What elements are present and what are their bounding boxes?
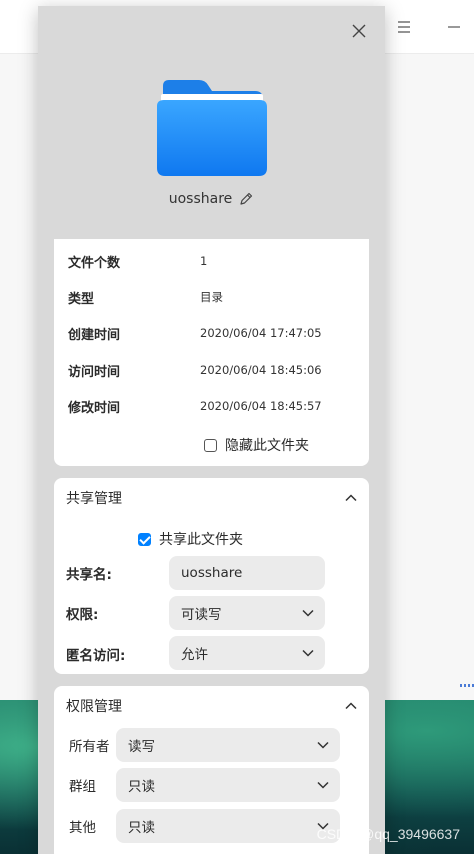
folder-name-row: uosshare [38, 188, 385, 210]
chevron-down-icon [302, 609, 314, 617]
info-value: 2020/06/04 17:47:05 [200, 326, 322, 340]
anonymous-value: 允许 [181, 647, 208, 663]
group-label: 群组 [69, 779, 96, 795]
info-label: 文件个数 [68, 255, 121, 271]
close-icon [352, 24, 366, 38]
share-folder-label: 共享此文件夹 [159, 532, 243, 548]
minimize-icon[interactable] [444, 18, 464, 38]
anonymous-row: 匿名访问: [66, 644, 125, 664]
checkbox-box[interactable] [138, 532, 151, 546]
hide-folder-checkbox[interactable]: 隐藏此文件夹 [204, 435, 309, 455]
checkbox-box[interactable] [204, 438, 217, 452]
info-row-modified: 修改时间 2020/06/04 18:45:57 [68, 396, 358, 416]
anonymous-label: 匿名访问: [66, 648, 126, 664]
chevron-up-icon[interactable] [344, 491, 358, 505]
scroll-indicator [460, 684, 474, 687]
section-title: 共享管理 [66, 491, 122, 507]
owner-permission-select[interactable]: 读写 [116, 728, 340, 762]
permission-value: 可读写 [181, 607, 222, 623]
info-row-file-count: 文件个数 1 [68, 251, 358, 271]
info-row-type: 类型 目录 [68, 287, 358, 307]
group-row: 群组 [69, 775, 96, 795]
info-value: 1 [200, 254, 208, 268]
info-label: 修改时间 [68, 400, 121, 416]
owner-row: 所有者 [69, 735, 110, 755]
chevron-down-icon [317, 741, 329, 749]
group-permission-select[interactable]: 只读 [116, 768, 340, 802]
share-name-label: 共享名: [66, 567, 112, 583]
share-folder-checkbox[interactable]: 共享此文件夹 [138, 529, 243, 549]
info-label: 类型 [68, 291, 95, 307]
chevron-down-icon [317, 781, 329, 789]
info-label: 访问时间 [68, 364, 121, 380]
share-name-row: 共享名: [66, 563, 112, 583]
other-label: 其他 [69, 820, 96, 836]
folder-name: uosshare [168, 191, 233, 207]
close-button[interactable] [348, 20, 370, 42]
info-value: 2020/06/04 18:45:57 [200, 399, 322, 413]
menu-icon[interactable] [394, 18, 414, 38]
folder-properties-dialog: uosshare 文件个数 1 类型 目录 创建时间 2020/06/04 17… [38, 6, 385, 854]
hide-folder-label: 隐藏此文件夹 [225, 438, 309, 454]
other-row: 其他 [69, 816, 96, 836]
owner-permission-value: 读写 [128, 739, 155, 755]
info-value: 2020/06/04 18:45:06 [200, 363, 322, 377]
owner-label: 所有者 [69, 739, 110, 755]
chevron-up-icon[interactable] [344, 699, 358, 713]
permission-label: 权限: [66, 607, 99, 623]
other-permission-select[interactable]: 只读 [116, 809, 340, 843]
folder-icon [157, 80, 267, 176]
share-section-header[interactable]: 共享管理 [66, 486, 358, 510]
watermark: CSDN @qq_39496637 [316, 826, 460, 842]
group-permission-value: 只读 [128, 779, 155, 795]
other-permission-value: 只读 [128, 820, 155, 836]
share-management-card: 共享管理 共享此文件夹 共享名: uosshare 权限: 可读写 匿名访问: [54, 478, 369, 674]
edit-icon[interactable] [238, 191, 254, 207]
chevron-down-icon [302, 649, 314, 657]
permission-section-header[interactable]: 权限管理 [66, 694, 358, 718]
info-row-created: 创建时间 2020/06/04 17:47:05 [68, 323, 358, 343]
permission-row: 权限: [66, 603, 98, 623]
info-row-accessed: 访问时间 2020/06/04 18:45:06 [68, 360, 358, 380]
share-name-value: uosshare [181, 565, 243, 581]
info-value: 目录 [200, 290, 223, 304]
section-title: 权限管理 [66, 699, 122, 715]
basic-info-card: 文件个数 1 类型 目录 创建时间 2020/06/04 17:47:05 访问… [54, 239, 369, 466]
share-name-input[interactable]: uosshare [169, 556, 325, 590]
anonymous-select[interactable]: 允许 [169, 636, 325, 670]
permission-select[interactable]: 可读写 [169, 596, 325, 630]
info-label: 创建时间 [68, 327, 121, 343]
